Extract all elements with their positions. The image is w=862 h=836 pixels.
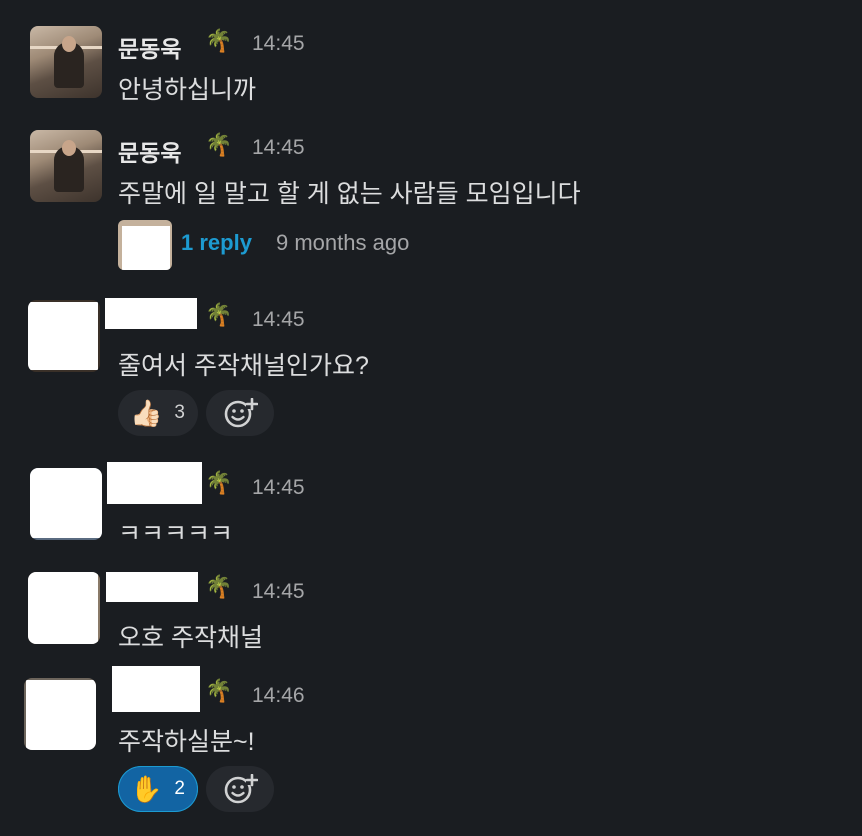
avatar[interactable] <box>24 678 96 750</box>
status-emoji: 🌴 <box>205 302 233 327</box>
raised-hand-icon: ✋ <box>130 774 163 804</box>
author-name[interactable]: 문동욱 <box>118 134 181 168</box>
message: 문동욱 🌴 14:45 안녕하십니까 <box>0 0 862 110</box>
message-text: 줄여서 주작채널인가요? <box>118 352 369 380</box>
reaction-raised-hand[interactable]: ✋ 2 <box>118 766 198 812</box>
message-timestamp[interactable]: 14:45 <box>252 136 305 160</box>
avatar[interactable] <box>30 130 102 202</box>
status-emoji: 🌴 <box>205 28 233 53</box>
message: 🌴 14:45 ㅋㅋㅋㅋㅋ <box>0 450 862 560</box>
message-text: 안녕하십니까 <box>118 76 257 104</box>
thread-replies[interactable]: 1 reply 9 months ago <box>118 220 438 270</box>
reaction-count: 2 <box>174 778 185 799</box>
message-timestamp[interactable]: 14:45 <box>252 308 305 332</box>
author-name[interactable]: 문동욱 <box>118 30 181 64</box>
status-emoji: 🌴 <box>205 132 233 157</box>
message-timestamp[interactable]: 14:45 <box>252 476 305 500</box>
message: 🌴 14:46 주작하실분~! ✋ 2 <box>0 664 862 836</box>
author-name-redacted[interactable] <box>106 572 198 602</box>
reaction-thumbs-up[interactable]: 👍🏻 3 <box>118 390 198 436</box>
reply-count-link[interactable]: 1 reply <box>181 230 252 256</box>
add-reaction-icon <box>224 774 258 804</box>
message-timestamp[interactable]: 14:45 <box>252 32 305 56</box>
message-text: ㅋㅋㅋㅋㅋ <box>118 520 234 548</box>
add-reaction-icon <box>224 398 258 428</box>
avatar[interactable] <box>28 572 100 644</box>
message-timestamp[interactable]: 14:46 <box>252 684 305 708</box>
avatar[interactable] <box>28 300 100 372</box>
thread-reply-avatar <box>118 220 172 270</box>
message: 🌴 14:45 줄여서 주작채널인가요? 👍🏻 3 <box>0 280 862 450</box>
author-name-redacted[interactable] <box>112 666 200 712</box>
message: 문동욱 🌴 14:45 주말에 일 말고 할 게 없는 사람들 모임입니다 1 … <box>0 110 862 280</box>
reaction-count: 3 <box>174 402 185 423</box>
reply-time: 9 months ago <box>276 230 410 255</box>
message-text: 오호 주작채널 <box>118 624 263 652</box>
message: 🌴 14:45 오호 주작채널 <box>0 560 862 664</box>
add-reaction-button[interactable] <box>206 766 274 812</box>
avatar[interactable] <box>30 468 102 540</box>
add-reaction-button[interactable] <box>206 390 274 436</box>
author-name-redacted[interactable] <box>107 462 202 504</box>
status-emoji: 🌴 <box>205 574 233 599</box>
author-name-redacted[interactable] <box>105 298 197 329</box>
message-text: 주작하실분~! <box>118 728 255 756</box>
message-timestamp[interactable]: 14:45 <box>252 580 305 604</box>
avatar[interactable] <box>30 26 102 98</box>
thumbs-up-icon: 👍🏻 <box>130 398 163 428</box>
status-emoji: 🌴 <box>205 470 233 495</box>
status-emoji: 🌴 <box>205 678 233 703</box>
message-text: 주말에 일 말고 할 게 없는 사람들 모임입니다 <box>118 180 581 208</box>
